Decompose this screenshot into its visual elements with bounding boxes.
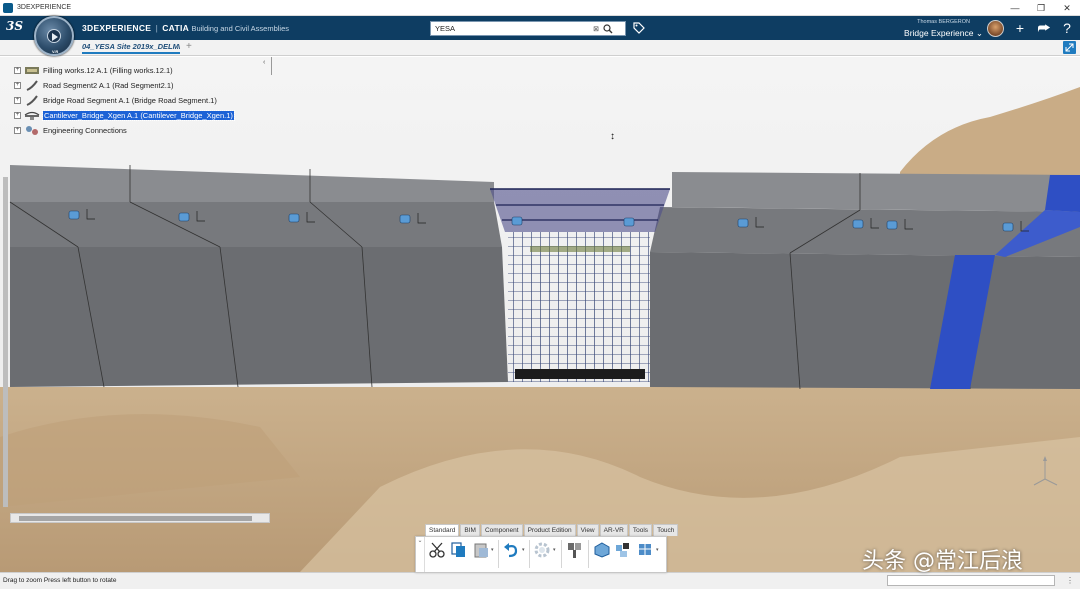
tab-document[interactable]: 04_YESA Site 2019x_DELMI (82, 42, 180, 54)
share-icon[interactable]: ⮫ (1036, 20, 1052, 36)
window-title: 3DEXPERIENCE (17, 4, 72, 11)
search-clear-icon[interactable]: ⊠ (591, 25, 601, 33)
tab-view[interactable]: View (576, 524, 599, 536)
tab-component[interactable]: Component (480, 524, 523, 536)
tab-bim[interactable]: BIM (460, 524, 480, 536)
3d-viewport[interactable]: + Filling works.12 A.1 (Filling works.12… (0, 57, 1080, 572)
minimize-button[interactable]: — (1002, 0, 1028, 16)
add-tab-icon[interactable]: + (186, 41, 192, 52)
avatar[interactable] (987, 20, 1004, 37)
separator (529, 540, 530, 568)
user-name: Thomas BERGERON (917, 19, 970, 25)
engineering-connections-icon (26, 126, 38, 135)
scrollbar-thumb[interactable] (19, 516, 252, 521)
tree-divider (271, 57, 272, 75)
tree-item-engineering-connections[interactable]: + Engineering Connections (14, 123, 234, 138)
copy-icon[interactable] (450, 541, 468, 559)
assembly-dropdown-icon[interactable]: ▾ (656, 547, 659, 553)
vertical-scrollbar[interactable] (3, 177, 8, 507)
tree-item-road-segment2[interactable]: + Road Segment2 A.1 (Rad Segment2.1) (14, 78, 234, 93)
spec-tree: + Filling works.12 A.1 (Filling works.12… (14, 63, 235, 138)
action-bar-collapse[interactable]: ⌄ (416, 537, 425, 572)
search-icon[interactable] (601, 22, 615, 35)
tree-item-label: Road Segment2 A.1 (Rad Segment2.1) (43, 81, 174, 90)
window-titlebar: 3DEXPERIENCE — ❐ ✕ (0, 0, 1080, 16)
close-button[interactable]: ✕ (1054, 0, 1080, 16)
undo-dropdown-icon[interactable]: ▾ (522, 547, 525, 553)
tree-item-filling-works[interactable]: + Filling works.12 A.1 (Filling works.12… (14, 63, 234, 78)
tree-expander[interactable]: + (14, 67, 21, 74)
brand-subtitle: Building and Civil Assemblies (191, 24, 290, 33)
tree-expander[interactable]: + (14, 82, 21, 89)
add-icon[interactable]: + (1012, 20, 1028, 36)
compass-label: V.R (52, 49, 59, 54)
paste-icon[interactable] (472, 541, 490, 559)
search-box[interactable]: ⊠ (430, 21, 626, 36)
product-icon[interactable] (614, 541, 632, 559)
app-window-icon (3, 2, 13, 13)
tab-touch[interactable]: Touch (653, 524, 679, 536)
settings-icon[interactable] (533, 541, 551, 559)
brand-app: CATIA (162, 23, 190, 33)
resize-cursor-icon: ↕ (610, 131, 615, 142)
app-header: 3S 3DEXPERIENCE | CATIA Building and Civ… (0, 16, 1080, 40)
tree-item-bridge-road-segment[interactable]: + Bridge Road Segment A.1 (Bridge Road S… (14, 93, 234, 108)
bridge-icon (24, 111, 40, 120)
compass-icon[interactable]: V.R (34, 16, 74, 56)
tree-item-label: Bridge Road Segment A.1 (Bridge Road Seg… (43, 96, 217, 105)
tree-item-label: Filling works.12 A.1 (Filling works.12.1… (43, 66, 173, 75)
brand-platform: 3DEXPERIENCE (82, 23, 152, 33)
brand-separator: | (155, 23, 158, 33)
separator (561, 540, 562, 568)
tag-icon[interactable] (632, 21, 646, 35)
undo-icon[interactable] (502, 541, 520, 559)
engineering-icon[interactable] (566, 541, 584, 559)
status-message: Drag to zoom Press left button to rotate (3, 577, 117, 584)
tree-expander[interactable]: + (14, 127, 21, 134)
restore-button[interactable]: ❐ (1028, 0, 1054, 16)
tree-expander[interactable]: + (14, 112, 21, 119)
tree-item-label-selected: Cantilever_Bridge_Xgen A.1 (Cantilever_B… (42, 110, 235, 121)
tab-bar: 04_YESA Site 2019x_DELMI + (0, 40, 1080, 56)
app-brand: 3DEXPERIENCE | CATIA Building and Civil … (82, 23, 289, 33)
play-icon (52, 33, 58, 41)
cut-icon[interactable] (428, 541, 446, 559)
role-label: Bridge Experience (904, 28, 974, 38)
component-icon[interactable] (593, 541, 611, 559)
dassault-logo-icon[interactable]: 3S (6, 19, 28, 37)
help-icon[interactable]: ? (1059, 20, 1075, 36)
tree-collapse-icon[interactable]: ‹ (263, 59, 265, 66)
settings-dropdown-icon[interactable]: ▾ (553, 547, 556, 553)
status-grip-icon[interactable]: ⋮ (1066, 576, 1074, 585)
filling-works-icon (25, 67, 39, 74)
tab-tools[interactable]: Tools (628, 524, 653, 536)
bridge-road-icon (26, 95, 38, 106)
expand-icon[interactable] (1063, 41, 1076, 54)
chevron-down-icon: ⌄ (975, 28, 983, 38)
tree-expander[interactable]: + (14, 97, 21, 104)
window-controls: — ❐ ✕ (1002, 0, 1080, 16)
tab-standard[interactable]: Standard (425, 524, 460, 536)
tree-item-cantilever-bridge[interactable]: + Cantilever_Bridge_Xgen A.1 (Cantilever… (14, 108, 235, 123)
tab-product-edition[interactable]: Product Edition (523, 524, 576, 536)
assembly-icon[interactable] (636, 541, 654, 559)
role-selector[interactable]: Bridge Experience ⌄ (904, 28, 983, 39)
paste-dropdown-icon[interactable]: ▾ (491, 547, 494, 553)
road-segment-icon (26, 80, 38, 91)
tab-ar-vr[interactable]: AR-VR (599, 524, 628, 536)
horizontal-scrollbar[interactable] (10, 513, 270, 523)
search-input[interactable] (431, 22, 591, 35)
action-bar-panel: ⌄ ▾ ▾ ▾ ▾ (415, 536, 667, 573)
action-bar: Standard BIM Component Product Edition V… (415, 524, 679, 573)
watermark: 头条 @常江后浪 (862, 549, 1023, 574)
command-input[interactable] (887, 575, 1055, 586)
action-bar-tabs: Standard BIM Component Product Edition V… (425, 524, 679, 536)
axis-gizmo-icon[interactable] (1030, 455, 1060, 489)
tree-item-label: Engineering Connections (43, 126, 127, 135)
separator (498, 540, 499, 568)
compass-center[interactable] (47, 29, 61, 43)
separator (588, 540, 589, 568)
